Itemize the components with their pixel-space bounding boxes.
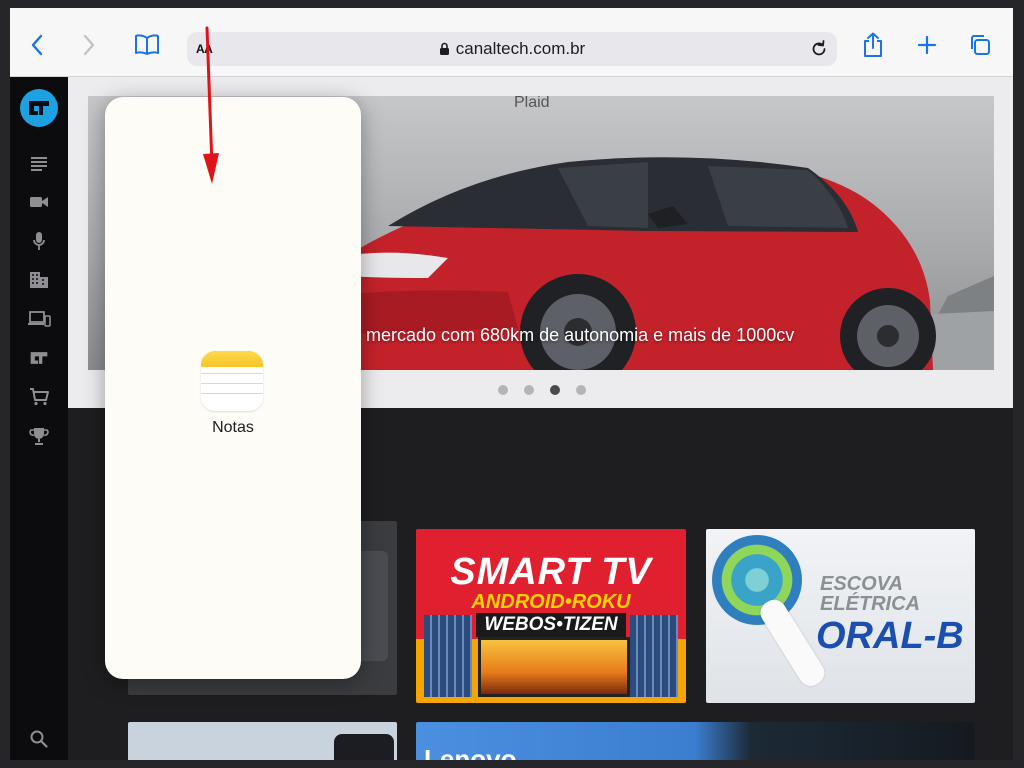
back-button[interactable] bbox=[22, 30, 52, 60]
book-icon bbox=[135, 34, 159, 55]
forward-button[interactable] bbox=[74, 30, 104, 60]
hero-image-label: Plaid bbox=[514, 96, 550, 111]
smart-tv-platforms-1: ANDROID•ROKU bbox=[471, 591, 631, 613]
carousel-dot-4[interactable] bbox=[576, 385, 586, 395]
notes-app-icon[interactable] bbox=[201, 351, 263, 411]
nav-shopping[interactable] bbox=[27, 386, 51, 408]
article-card-oralb[interactable]: ESCOVA ELÉTRICA ORAL-B bbox=[706, 529, 975, 703]
nav-awards[interactable] bbox=[27, 425, 51, 447]
ct-logo-icon bbox=[29, 101, 49, 115]
nav-devices[interactable] bbox=[27, 308, 51, 330]
notes-icon-line-2 bbox=[201, 383, 263, 384]
share-button[interactable] bbox=[858, 30, 888, 60]
nav-news[interactable] bbox=[27, 153, 51, 175]
lenovo-text: Lenovo bbox=[424, 744, 517, 760]
tv-wall-left bbox=[424, 615, 472, 697]
article-card-4[interactable] bbox=[128, 722, 397, 760]
tabs-icon bbox=[971, 35, 990, 55]
oralb-line-2: ELÉTRICA bbox=[820, 593, 920, 615]
annotation-arrow-icon bbox=[203, 26, 219, 184]
tv-wall-right bbox=[630, 615, 678, 697]
notes-app-label: Notas bbox=[212, 419, 254, 436]
bookmarks-button[interactable] bbox=[132, 30, 162, 60]
canaltech-logo[interactable] bbox=[20, 89, 58, 127]
devices-icon bbox=[28, 311, 51, 327]
shopping-cart-icon bbox=[30, 388, 49, 406]
microphone-icon bbox=[33, 232, 45, 250]
smart-tv-title: SMART TV bbox=[450, 551, 652, 593]
article-card-lenovo[interactable]: Lenovo bbox=[416, 722, 974, 760]
search-icon bbox=[30, 730, 48, 748]
share-icon bbox=[864, 32, 882, 57]
phone-image-2 bbox=[334, 734, 394, 760]
site-sidebar bbox=[10, 77, 68, 760]
lock-icon bbox=[439, 42, 449, 55]
search-button[interactable] bbox=[27, 728, 51, 750]
carousel-dots bbox=[498, 385, 586, 395]
device-bezel: AA canaltech.com.br Plaid mercado com 68… bbox=[0, 0, 1024, 768]
video-camera-icon bbox=[30, 197, 48, 207]
carousel-dot-2[interactable] bbox=[524, 385, 534, 395]
hero-caption[interactable]: mercado com 680km de autonomia e mais de… bbox=[366, 325, 794, 346]
slide-over-panel[interactable]: Notas bbox=[105, 97, 361, 679]
notes-icon-line-1 bbox=[201, 373, 263, 374]
trophy-icon bbox=[29, 428, 49, 445]
chevron-right-icon bbox=[83, 34, 95, 56]
carousel-dot-1[interactable] bbox=[498, 385, 508, 395]
nav-companies[interactable] bbox=[27, 269, 51, 291]
tabs-overview-button[interactable] bbox=[965, 30, 995, 60]
notes-icon-line-3 bbox=[201, 393, 263, 394]
ipad-screen: AA canaltech.com.br Plaid mercado com 68… bbox=[10, 8, 1013, 760]
address-bar[interactable]: AA canaltech.com.br bbox=[187, 32, 837, 66]
carousel-dot-3[interactable] bbox=[550, 385, 560, 395]
nav-videos[interactable] bbox=[27, 191, 51, 213]
reload-icon[interactable] bbox=[809, 39, 829, 59]
new-tab-button[interactable] bbox=[912, 30, 942, 60]
safari-toolbar: AA canaltech.com.br bbox=[10, 8, 1013, 77]
url-display[interactable]: canaltech.com.br bbox=[187, 32, 837, 66]
list-icon bbox=[31, 157, 47, 171]
building-icon bbox=[30, 272, 48, 288]
chevron-left-icon bbox=[31, 34, 43, 56]
oralb-brand: ORAL-B bbox=[816, 615, 964, 657]
notes-icon-header bbox=[201, 351, 263, 367]
nav-podcasts[interactable] bbox=[27, 230, 51, 252]
nav-canaltech[interactable] bbox=[27, 347, 51, 369]
url-text: canaltech.com.br bbox=[455, 39, 586, 58]
tv-screen-image bbox=[478, 637, 630, 697]
article-card-smart-tv[interactable]: SMART TV ANDROID•ROKU WEBOS•TIZEN bbox=[416, 529, 686, 703]
smart-tv-platforms-2: WEBOS•TIZEN bbox=[476, 613, 626, 637]
ct-small-icon bbox=[30, 352, 48, 364]
plus-icon bbox=[917, 35, 937, 55]
